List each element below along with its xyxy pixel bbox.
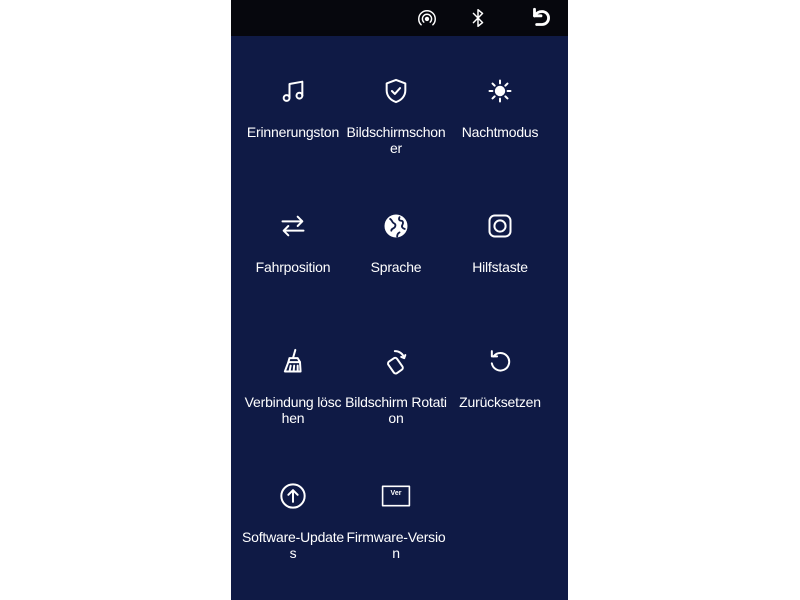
menu-item-firmware-version[interactable]: Ver Firmware-Version (342, 481, 450, 561)
menu-item-software-updates[interactable]: Software-Updates (239, 481, 347, 561)
top-bar (231, 0, 568, 36)
menu-item-fahrposition[interactable]: Fahrposition (239, 211, 347, 275)
menu-item-label: Bildschirmschoner (346, 124, 446, 156)
menu-item-label: Verbindung löschen (244, 394, 342, 426)
menu-item-label: Fahrposition (255, 259, 331, 275)
menu-item-label: Firmware-Version (346, 529, 446, 561)
menu-item-label: Erinnerungston (246, 124, 340, 140)
menu-item-label: Bildschirm Rotation (345, 394, 447, 426)
menu-item-nachtmodus[interactable]: Nachtmodus (446, 76, 554, 140)
bluetooth-icon[interactable] (467, 7, 489, 29)
menu-item-label: Nachtmodus (461, 124, 539, 140)
menu-item-hilfstaste[interactable]: Hilfstaste (446, 211, 554, 275)
menu-item-label: Software-Updates (241, 529, 345, 561)
back-icon[interactable] (528, 5, 554, 31)
globe-icon (381, 211, 411, 241)
rounded-square-icon (485, 211, 515, 241)
menu-item-label: Hilfstaste (472, 259, 528, 275)
menu-item-label: Zurücksetzen (459, 394, 541, 410)
version-badge-icon: Ver (381, 481, 411, 511)
broom-icon (278, 346, 308, 376)
menu-item-bildschirm-rotation[interactable]: Bildschirm Rotation (342, 346, 450, 426)
version-badge-text: Ver (390, 490, 402, 497)
music-note-icon (278, 76, 308, 106)
reset-icon (485, 346, 515, 376)
menu-item-erinnerungston[interactable]: Erinnerungston (239, 76, 347, 140)
shield-check-icon (381, 76, 411, 106)
menu-item-label: Sprache (370, 259, 422, 275)
menu-item-bildschirmschoner[interactable]: Bildschirmschoner (342, 76, 450, 156)
hotspot-icon[interactable] (416, 7, 438, 29)
rotate-phone-icon (381, 346, 411, 376)
sun-icon (485, 76, 515, 106)
menu-item-sprache[interactable]: Sprache (342, 211, 450, 275)
upload-circle-icon (278, 481, 308, 511)
arrows-swap-icon (278, 211, 308, 241)
settings-screen: Erinnerungston Bildschirmschoner Nachtmo… (231, 0, 568, 600)
menu-item-verbindung-loeschen[interactable]: Verbindung löschen (239, 346, 347, 426)
menu-item-zuruecksetzen[interactable]: Zurücksetzen (446, 346, 554, 410)
